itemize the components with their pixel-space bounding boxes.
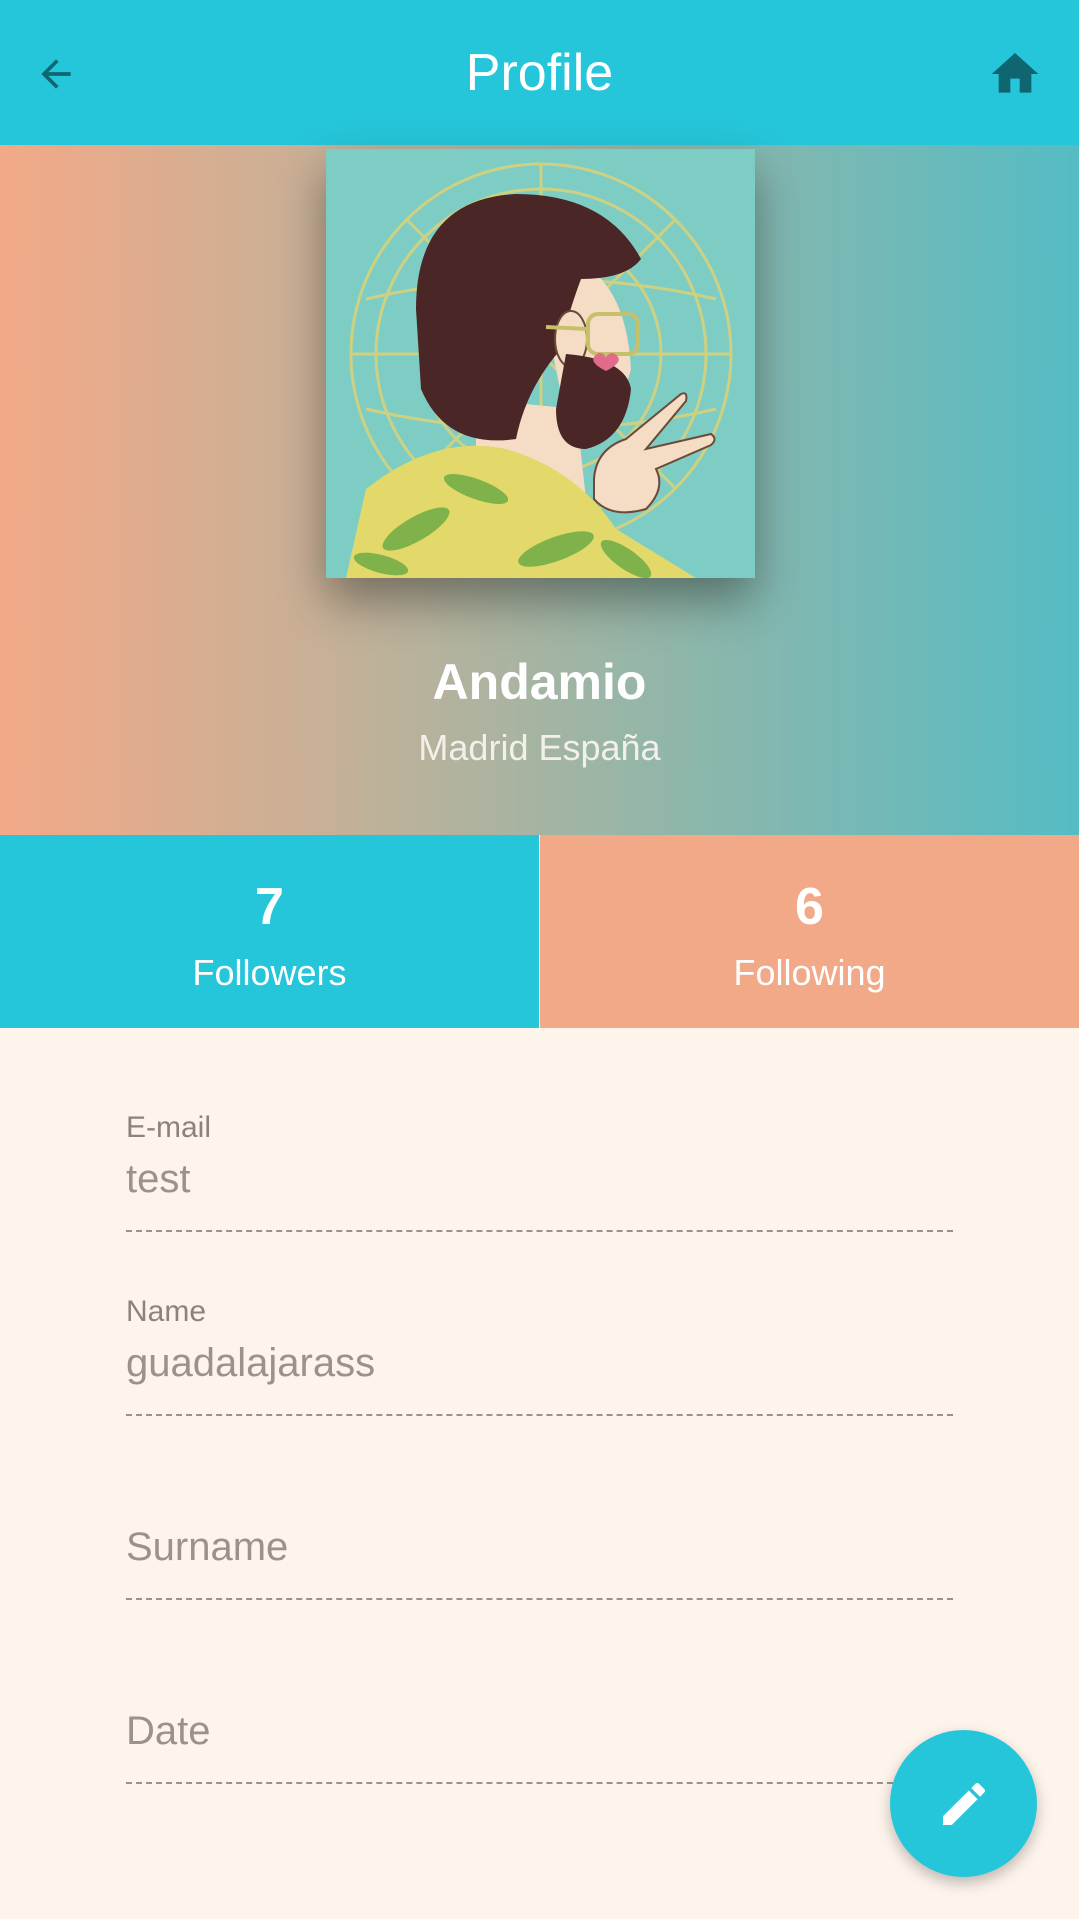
email-label: E-mail xyxy=(126,1111,212,1144)
date-placeholder: Date xyxy=(126,1709,211,1753)
app-bar: Profile xyxy=(0,0,1079,145)
name-label: Name xyxy=(126,1295,207,1328)
surname-field[interactable]: Surname xyxy=(126,1478,953,1600)
date-field[interactable]: Date xyxy=(126,1662,953,1784)
edit-button[interactable] xyxy=(890,1730,1037,1877)
followers-count: 7 xyxy=(255,878,284,936)
following-stat[interactable]: 6 Following xyxy=(540,835,1079,1028)
following-label: Following xyxy=(733,952,886,993)
profile-location: Madrid España xyxy=(418,727,661,768)
edit-pencil-icon xyxy=(942,1782,985,1825)
following-count: 6 xyxy=(795,878,824,936)
home-button[interactable] xyxy=(963,38,1043,110)
surname-placeholder: Surname xyxy=(126,1525,289,1569)
avatar xyxy=(326,149,755,578)
followers-label: Followers xyxy=(192,952,347,993)
followers-stat[interactable]: 7 Followers xyxy=(0,835,539,1028)
profile-name: Andamio xyxy=(432,654,647,710)
home-icon xyxy=(991,53,1039,93)
name-field[interactable]: Name guadalajarass xyxy=(126,1294,953,1416)
email-value: test xyxy=(126,1157,191,1201)
name-value: guadalajarass xyxy=(126,1341,376,1385)
page-title: Profile xyxy=(465,44,614,102)
email-field[interactable]: E-mail test xyxy=(126,1110,953,1232)
